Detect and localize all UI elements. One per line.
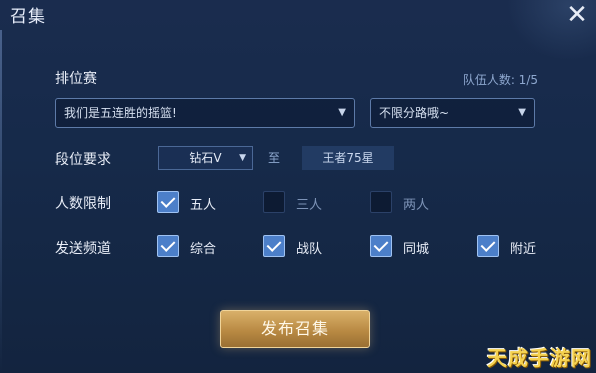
rank-from-value: 钻石V <box>189 151 222 165</box>
checkbox-three[interactable] <box>263 191 285 213</box>
close-icon[interactable]: ✕ <box>564 2 590 28</box>
checkbox-five[interactable] <box>157 191 179 213</box>
channel-general-label: 综合 <box>190 242 217 257</box>
dialog-title: 召集 <box>10 7 46 27</box>
checkbox-team[interactable] <box>263 235 285 257</box>
publish-button[interactable]: 发布召集 <box>220 310 370 348</box>
chevron-down-icon: ▼ <box>338 107 346 118</box>
lane-select[interactable]: 不限分路哦~ ▼ <box>370 98 535 128</box>
chevron-down-icon: ▼ <box>239 153 246 163</box>
channel-label: 发送频道 <box>55 241 111 257</box>
lane-value: 不限分路哦~ <box>379 106 450 120</box>
checkbox-city[interactable] <box>370 235 392 257</box>
recruit-dialog: 召集 ✕ 排位赛 队伍人数: 1/5 我们是五连胜的摇篮! ▼ 不限分路哦~ ▼… <box>0 0 596 373</box>
slogan-select[interactable]: 我们是五连胜的摇篮! ▼ <box>55 98 355 128</box>
checkbox-two[interactable] <box>370 191 392 213</box>
rank-separator: 至 <box>268 151 281 165</box>
people-limit-label: 人数限制 <box>55 196 111 212</box>
rank-to-select[interactable]: 王者75星 <box>302 146 394 170</box>
channel-nearby-label: 附近 <box>510 242 537 257</box>
rank-label: 段位要求 <box>55 152 111 168</box>
option-three-label: 三人 <box>296 198 323 213</box>
checkbox-nearby[interactable] <box>477 235 499 257</box>
option-five-label: 五人 <box>190 198 217 213</box>
channel-city-label: 同城 <box>403 242 430 257</box>
watermark: 天成手游网 <box>487 346 592 370</box>
chevron-down-icon: ▼ <box>518 107 526 118</box>
slogan-value: 我们是五连胜的摇篮! <box>64 106 177 120</box>
option-two-label: 两人 <box>403 198 430 213</box>
channel-team-label: 战队 <box>296 242 323 257</box>
frame-edge <box>0 30 2 373</box>
match-type-label: 排位赛 <box>55 71 97 87</box>
checkbox-general[interactable] <box>157 235 179 257</box>
rank-from-select[interactable]: 钻石V ▼ <box>158 146 253 170</box>
team-count: 队伍人数: 1/5 <box>462 73 538 87</box>
